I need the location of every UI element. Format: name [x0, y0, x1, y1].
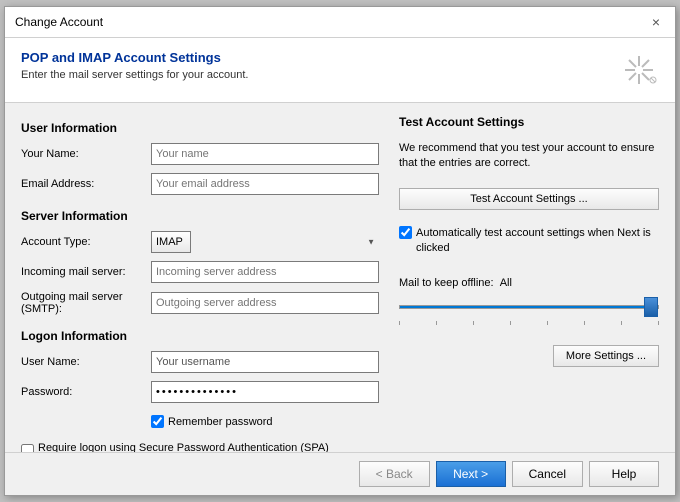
remember-password-label: Remember password [168, 416, 273, 428]
right-title: Test Account Settings [399, 115, 659, 129]
remember-password-row: Remember password [151, 415, 379, 428]
tick-2 [436, 321, 437, 325]
username-input[interactable] [151, 351, 379, 373]
mail-keep-value: All [500, 277, 512, 289]
mail-keep-section: Mail to keep offline: All [399, 277, 659, 325]
tick-4 [510, 321, 511, 325]
email-row: Email Address: [21, 173, 379, 195]
spa-label: Require logon using Secure Password Auth… [38, 442, 329, 452]
slider-track [399, 305, 659, 309]
incoming-mail-row: Incoming mail server: [21, 261, 379, 283]
username-row: User Name: [21, 351, 379, 373]
tick-6 [584, 321, 585, 325]
left-panel: User Information Your Name: Email Addres… [21, 115, 379, 440]
your-name-input[interactable] [151, 143, 379, 165]
email-label: Email Address: [21, 178, 151, 190]
auto-test-row: Automatically test account settings when… [399, 226, 659, 257]
slider-fill [400, 306, 658, 308]
email-input[interactable] [151, 173, 379, 195]
spa-checkbox[interactable] [21, 444, 34, 452]
your-name-row: Your Name: [21, 143, 379, 165]
header-title: POP and IMAP Account Settings [21, 50, 248, 65]
tick-5 [547, 321, 548, 325]
incoming-mail-label: Incoming mail server: [21, 266, 151, 278]
logon-info-title: Logon Information [21, 329, 379, 343]
main-content: User Information Your Name: Email Addres… [5, 103, 675, 452]
outgoing-mail-row: Outgoing mail server (SMTP): [21, 291, 379, 315]
account-type-select[interactable]: IMAP POP3 [151, 231, 191, 253]
slider-ticks [399, 321, 659, 325]
auto-test-checkbox[interactable] [399, 226, 412, 239]
header-description: Enter the mail server settings for your … [21, 69, 248, 81]
test-account-settings-button[interactable]: Test Account Settings ... [399, 188, 659, 210]
spa-row: Require logon using Secure Password Auth… [21, 442, 379, 452]
auto-test-label: Automatically test account settings when… [416, 226, 659, 257]
tick-1 [399, 321, 400, 325]
server-info-title: Server Information [21, 209, 379, 223]
cancel-button[interactable]: Cancel [512, 461, 583, 487]
back-button[interactable]: < Back [359, 461, 430, 487]
header-section: POP and IMAP Account Settings Enter the … [5, 38, 675, 103]
window-title: Change Account [15, 15, 103, 29]
account-type-wrapper: IMAP POP3 [151, 231, 379, 253]
more-settings-button[interactable]: More Settings ... [553, 345, 659, 367]
slider-thumb[interactable] [644, 297, 658, 317]
mail-keep-slider-container [399, 295, 659, 319]
account-type-row: Account Type: IMAP POP3 [21, 231, 379, 253]
right-panel: Test Account Settings We recommend that … [399, 115, 659, 440]
account-type-label: Account Type: [21, 236, 151, 248]
password-input[interactable] [151, 381, 379, 403]
incoming-mail-input[interactable] [151, 261, 379, 283]
header-text: POP and IMAP Account Settings Enter the … [21, 50, 248, 81]
password-label: Password: [21, 386, 151, 398]
mail-keep-label: Mail to keep offline: All [399, 277, 659, 289]
user-info-title: User Information [21, 121, 379, 135]
next-button[interactable]: Next > [436, 461, 506, 487]
tick-7 [621, 321, 622, 325]
username-label: User Name: [21, 356, 151, 368]
footer: < Back Next > Cancel Help [5, 452, 675, 495]
your-name-label: Your Name: [21, 148, 151, 160]
outgoing-mail-input[interactable] [151, 292, 379, 314]
change-account-window: Change Account × POP and IMAP Account Se… [4, 6, 676, 496]
tick-8 [658, 321, 659, 325]
header-icon [619, 50, 659, 90]
outgoing-mail-label: Outgoing mail server (SMTP): [21, 291, 151, 315]
right-description: We recommend that you test your account … [399, 141, 659, 172]
close-button[interactable]: × [647, 13, 665, 31]
help-button[interactable]: Help [589, 461, 659, 487]
remember-password-checkbox[interactable] [151, 415, 164, 428]
title-bar: Change Account × [5, 7, 675, 38]
tick-3 [473, 321, 474, 325]
password-row: Password: [21, 381, 379, 403]
